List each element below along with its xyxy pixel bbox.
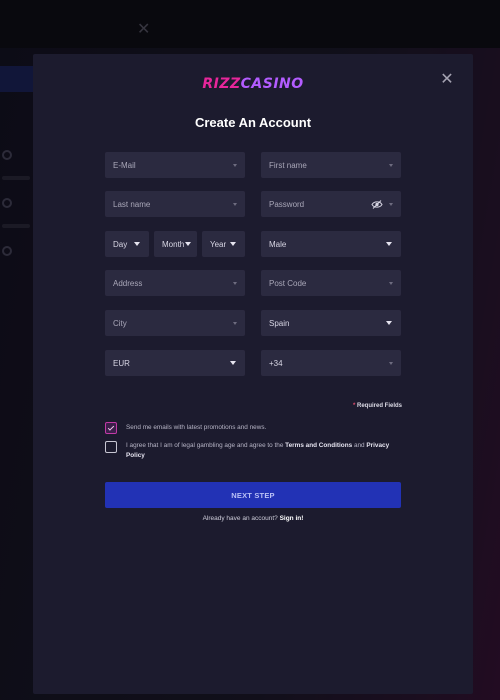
signin-link[interactable]: Sign in!: [280, 515, 304, 522]
gender-select[interactable]: Male: [261, 231, 401, 257]
field-marker-icon: [233, 163, 237, 167]
terms-text-and: and: [353, 442, 365, 449]
month-label: Month: [162, 239, 185, 249]
city-placeholder: City: [113, 318, 127, 328]
address-field[interactable]: Address: [105, 270, 245, 296]
phone-prefix: +34: [269, 358, 283, 368]
signin-text: Already have an account?: [202, 515, 278, 522]
field-marker-icon: [389, 361, 393, 365]
chevron-down-icon: [230, 361, 236, 365]
country-value: Spain: [269, 318, 290, 328]
year-label: Year: [210, 239, 227, 249]
year-select[interactable]: Year: [202, 231, 245, 257]
terms-text-start: I agree that I am of legal gambling age …: [126, 442, 284, 449]
day-label: Day: [113, 239, 128, 249]
last-name-field[interactable]: Last name: [105, 191, 245, 217]
eye-off-icon[interactable]: [371, 199, 383, 209]
day-select[interactable]: Day: [105, 231, 149, 257]
checkmark-icon: [107, 423, 115, 431]
logo-part-2: CASINO: [240, 76, 304, 92]
field-marker-icon: [233, 281, 237, 285]
currency-select[interactable]: EUR: [105, 350, 245, 376]
chevron-down-icon: [134, 242, 140, 246]
field-marker-icon: [389, 202, 393, 206]
phone-field[interactable]: +34: [261, 350, 401, 376]
first-name-placeholder: First name: [269, 160, 307, 170]
month-select[interactable]: Month: [154, 231, 197, 257]
page-title: Create An Account: [194, 115, 312, 130]
close-icon[interactable]: ✕: [439, 72, 455, 88]
city-field[interactable]: City: [105, 310, 245, 336]
post-code-field[interactable]: Post Code: [261, 270, 401, 296]
casino-logo: RIZZCASINO: [33, 76, 473, 92]
terms-link[interactable]: Terms and Conditions: [285, 442, 352, 449]
chevron-down-icon: [386, 321, 392, 325]
password-field[interactable]: Password: [261, 191, 401, 217]
required-fields-note: * Required Fields: [353, 403, 402, 409]
signin-prompt: Already have an account? Sign in!: [33, 515, 473, 522]
chevron-down-icon: [230, 242, 236, 246]
promo-consent-row: Send me emails with latest promotions an…: [105, 422, 266, 434]
currency-value: EUR: [113, 358, 130, 368]
chevron-down-icon: [185, 242, 191, 246]
gender-value: Male: [269, 239, 287, 249]
last-name-placeholder: Last name: [113, 199, 151, 209]
registration-modal: RIZZCASINO ✕ Create An Account E-Mail Fi…: [33, 54, 473, 694]
promo-consent-checkbox[interactable]: [105, 422, 117, 434]
terms-consent-checkbox[interactable]: [105, 441, 117, 453]
address-placeholder: Address: [113, 278, 143, 288]
field-marker-icon: [233, 321, 237, 325]
password-placeholder: Password: [269, 199, 305, 209]
country-select[interactable]: Spain: [261, 310, 401, 336]
field-marker-icon: [233, 202, 237, 206]
email-placeholder: E-Mail: [113, 160, 136, 170]
terms-consent-label: I agree that I am of legal gambling age …: [126, 441, 401, 461]
post-code-placeholder: Post Code: [269, 278, 307, 288]
next-step-button[interactable]: NEXT STEP: [105, 482, 401, 508]
promo-consent-label: Send me emails with latest promotions an…: [126, 424, 267, 431]
email-field[interactable]: E-Mail: [105, 152, 245, 178]
terms-consent-row: I agree that I am of legal gambling age …: [105, 441, 401, 461]
chevron-down-icon: [386, 242, 392, 246]
field-marker-icon: [389, 281, 393, 285]
first-name-field[interactable]: First name: [261, 152, 401, 178]
required-text: Required Fields: [356, 403, 402, 409]
logo-part-1: RIZZ: [202, 76, 241, 92]
field-marker-icon: [389, 163, 393, 167]
required-star: *: [352, 403, 356, 409]
